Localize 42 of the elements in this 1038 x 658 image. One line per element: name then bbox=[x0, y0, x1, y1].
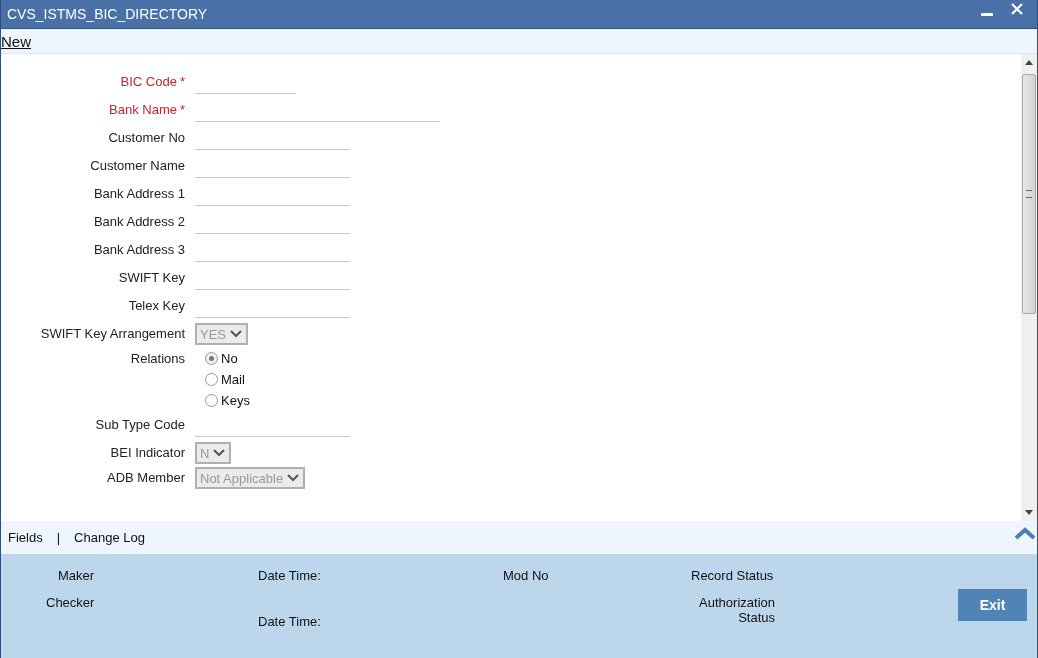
exit-button[interactable]: Exit bbox=[958, 589, 1027, 621]
field-label: SWIFT Key bbox=[118, 270, 185, 285]
scroll-thumb[interactable] bbox=[1022, 74, 1036, 314]
field-label: SWIFT Key Arrangement bbox=[40, 326, 185, 341]
field-label: BIC Code bbox=[120, 74, 177, 89]
field-label: Relations bbox=[130, 351, 185, 366]
radio-button[interactable] bbox=[205, 394, 218, 407]
new-link[interactable]: New bbox=[1, 32, 31, 50]
window-title: CVS_ISTMS_BIC_DIRECTORY bbox=[7, 6, 209, 22]
field-label: Telex Key bbox=[128, 298, 185, 313]
audit-label: Date Time: bbox=[258, 568, 321, 583]
minimize-icon[interactable] bbox=[981, 13, 993, 17]
fields-tab[interactable]: Fields bbox=[8, 530, 43, 545]
field-label: ADB Member bbox=[106, 470, 185, 485]
tab-separator: | bbox=[56, 530, 61, 545]
field-label: Bank Address 3 bbox=[93, 242, 185, 257]
radio-button[interactable] bbox=[205, 352, 218, 365]
radio-label[interactable]: Mail bbox=[221, 372, 245, 387]
field-label: Bank Name bbox=[109, 102, 177, 117]
required-mark: * bbox=[179, 102, 185, 117]
required-mark: * bbox=[179, 74, 185, 89]
scroll-up-icon[interactable] bbox=[1025, 60, 1033, 65]
audit-label: Date Time: bbox=[258, 614, 321, 629]
audit-label: Mod No bbox=[503, 568, 549, 583]
field-label: Customer No bbox=[108, 130, 185, 145]
field-label: Bank Address 2 bbox=[93, 214, 185, 229]
radio-button[interactable] bbox=[205, 373, 218, 386]
audit-label: Checker bbox=[46, 595, 95, 610]
radio-label[interactable]: Keys bbox=[221, 393, 250, 408]
audit-label: Authorization Status bbox=[698, 595, 775, 625]
radio-label[interactable]: No bbox=[221, 351, 238, 366]
scroll-down-icon[interactable] bbox=[1025, 510, 1033, 515]
close-icon[interactable] bbox=[1011, 3, 1023, 15]
change-log-tab[interactable]: Change Log bbox=[74, 530, 145, 545]
field-label: Sub Type Code bbox=[95, 417, 185, 432]
field-label: Bank Address 1 bbox=[93, 186, 185, 201]
field-label: Customer Name bbox=[90, 158, 185, 173]
chevron-up-icon[interactable] bbox=[1014, 527, 1036, 540]
scrollbar[interactable] bbox=[1021, 54, 1037, 521]
audit-label: Maker bbox=[58, 568, 95, 583]
audit-label: Record Status bbox=[691, 568, 774, 583]
field-label: BEI Indicator bbox=[110, 445, 185, 460]
